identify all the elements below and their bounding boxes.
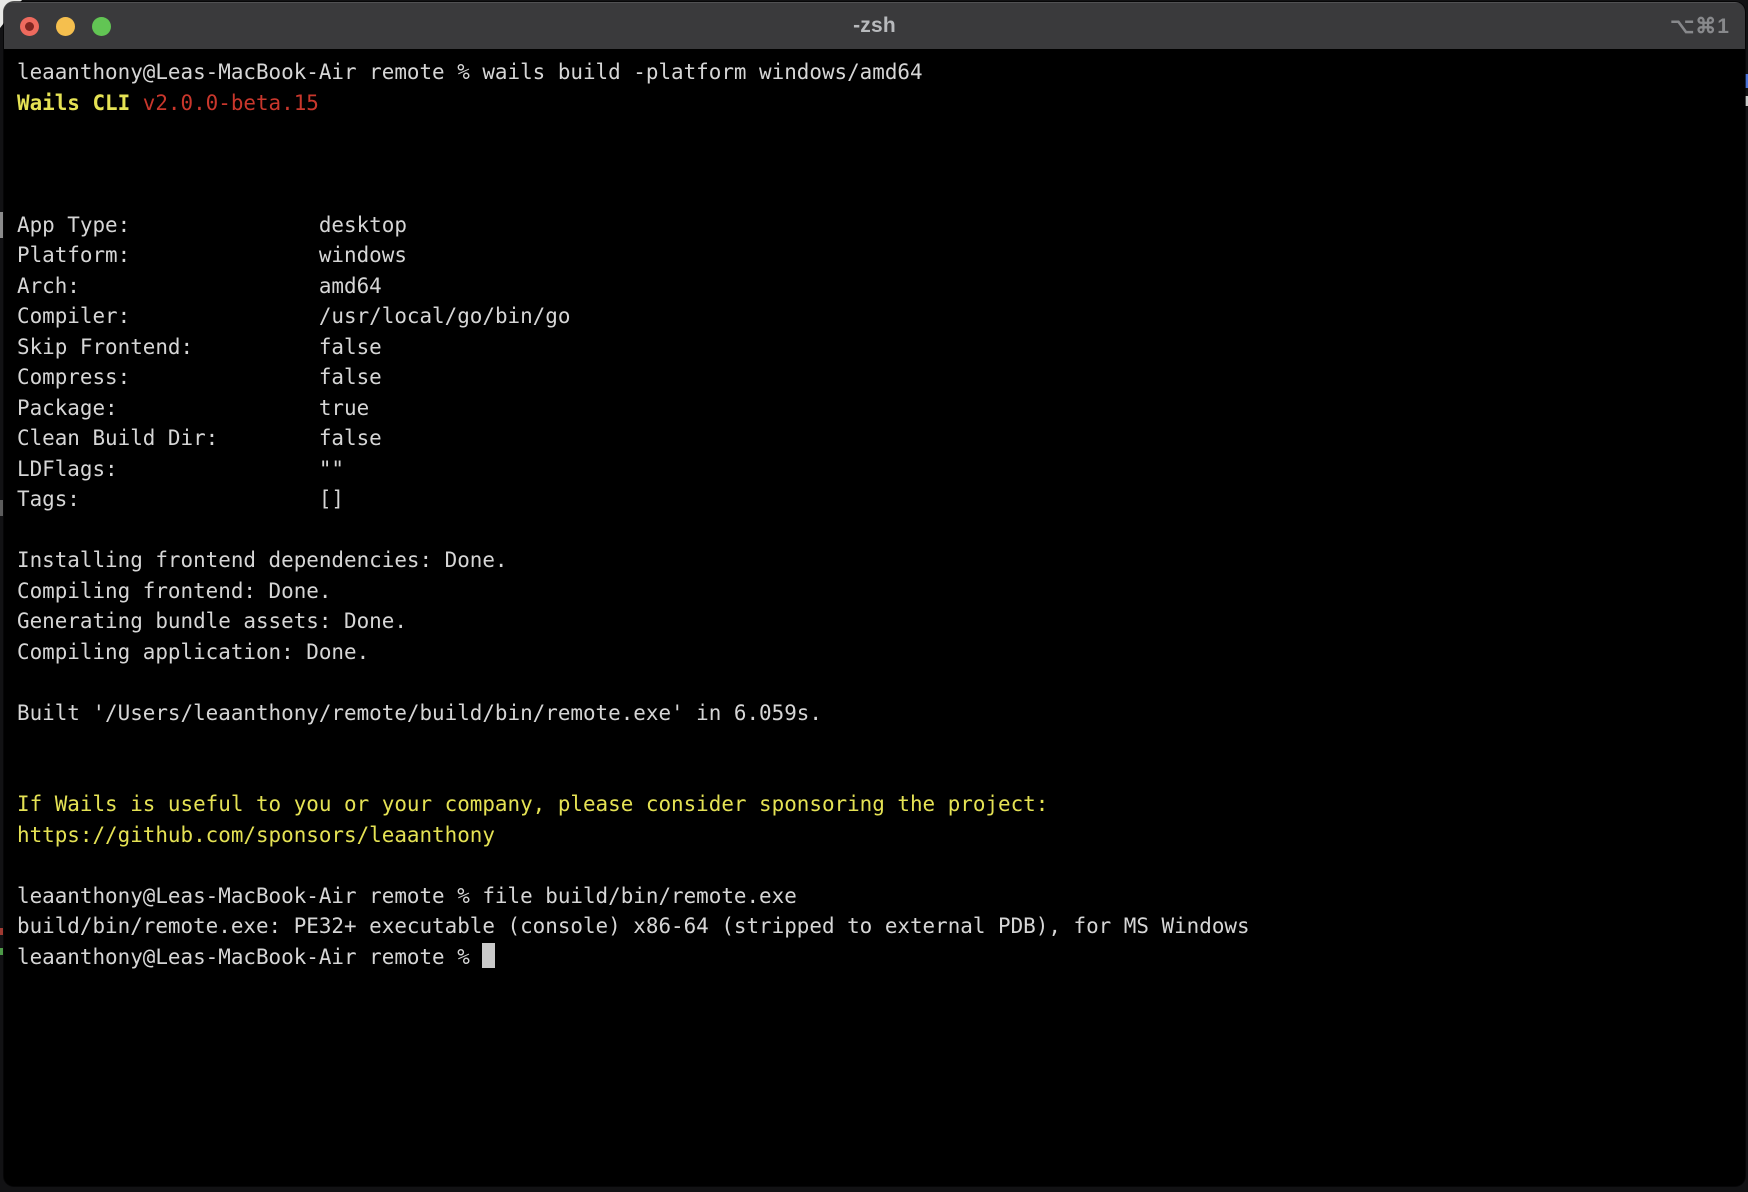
config-value: amd64: [319, 274, 382, 298]
terminal-line: Tags: []: [17, 484, 1737, 515]
terminal-line: Compiler: /usr/local/go/bin/go: [17, 301, 1737, 332]
terminal-line: App Type: desktop: [17, 210, 1737, 241]
config-label: Tags:: [17, 487, 319, 511]
titlebar[interactable]: -zsh ⌥⌘1: [4, 2, 1745, 49]
terminal-text: Compiling application: Done.: [17, 640, 369, 664]
terminal-line: https://github.com/sponsors/leaanthony: [17, 820, 1737, 851]
terminal-text: Compiling frontend: Done.: [17, 579, 331, 603]
terminal-line: [17, 118, 1737, 149]
traffic-lights: [20, 3, 111, 49]
terminal-line: Clean Build Dir: false: [17, 423, 1737, 454]
terminal-line: [17, 850, 1737, 881]
config-value: desktop: [319, 213, 407, 237]
config-value: windows: [319, 243, 407, 267]
config-label: Platform:: [17, 243, 319, 267]
terminal-line: If Wails is useful to you or your compan…: [17, 789, 1737, 820]
config-value: /usr/local/go/bin/go: [319, 304, 571, 328]
terminal-line: [17, 759, 1737, 790]
terminal-text: leaanthony@Leas-MacBook-Air remote % fil…: [17, 884, 797, 908]
terminal-text: Generating bundle assets: Done.: [17, 609, 407, 633]
desktop-edge-artifact: [0, 948, 3, 955]
minimize-button[interactable]: [56, 17, 75, 36]
config-value: "": [319, 457, 344, 481]
terminal-text: leaanthony@Leas-MacBook-Air remote % wai…: [17, 60, 923, 84]
config-label: LDFlags:: [17, 457, 319, 481]
terminal-line: Arch: amd64: [17, 271, 1737, 302]
terminal-text: Built '/Users/leaanthony/remote/build/bi…: [17, 701, 822, 725]
terminal-line: Compress: false: [17, 362, 1737, 393]
terminal-line: Compiling frontend: Done.: [17, 576, 1737, 607]
terminal-line: [17, 179, 1737, 210]
terminal-text: v2.0.0-beta.15: [143, 91, 319, 115]
terminal-screen[interactable]: leaanthony@Leas-MacBook-Air remote % wai…: [4, 50, 1745, 1186]
sponsor-link[interactable]: https://github.com/sponsors/leaanthony: [17, 823, 495, 847]
terminal-line: build/bin/remote.exe: PE32+ executable (…: [17, 911, 1737, 942]
terminal-line: leaanthony@Leas-MacBook-Air remote % wai…: [17, 57, 1737, 88]
config-value: false: [319, 365, 382, 389]
config-label: Compress:: [17, 365, 319, 389]
config-label: Compiler:: [17, 304, 319, 328]
desktop-edge-artifact: [0, 500, 3, 516]
config-value: true: [319, 396, 369, 420]
desktop-edge-artifact: [0, 928, 3, 935]
terminal-line: Generating bundle assets: Done.: [17, 606, 1737, 637]
desktop-edge-artifact: [0, 212, 3, 238]
shell-prompt: leaanthony@Leas-MacBook-Air remote %: [17, 945, 482, 969]
terminal-line: LDFlags: "": [17, 454, 1737, 485]
terminal-window: -zsh ⌥⌘1 leaanthony@Leas-MacBook-Air rem…: [4, 2, 1745, 1186]
close-modified-dot-icon: [25, 22, 34, 31]
terminal-line: Compiling application: Done.: [17, 637, 1737, 668]
config-value: false: [319, 426, 382, 450]
block-cursor: [482, 943, 495, 968]
window-shortcut-badge: ⌥⌘1: [1670, 3, 1730, 49]
terminal-line: leaanthony@Leas-MacBook-Air remote %: [17, 942, 1737, 973]
config-label: Clean Build Dir:: [17, 426, 319, 450]
config-value: false: [319, 335, 382, 359]
terminal-text: Installing frontend dependencies: Done.: [17, 548, 508, 572]
config-label: Arch:: [17, 274, 319, 298]
terminal-line: [17, 149, 1737, 180]
terminal-text: If Wails is useful to you or your compan…: [17, 792, 1048, 816]
terminal-line: [17, 728, 1737, 759]
config-value: []: [319, 487, 344, 511]
terminal-line: Wails CLI v2.0.0-beta.15: [17, 88, 1737, 119]
terminal-line: Package: true: [17, 393, 1737, 424]
terminal-text: Wails CLI: [17, 91, 143, 115]
terminal-line: [17, 515, 1737, 546]
close-button[interactable]: [20, 17, 39, 36]
config-label: App Type:: [17, 213, 319, 237]
terminal-line: Installing frontend dependencies: Done.: [17, 545, 1737, 576]
terminal-line: Platform: windows: [17, 240, 1737, 271]
terminal-text: build/bin/remote.exe: PE32+ executable (…: [17, 914, 1250, 938]
terminal-line: Skip Frontend: false: [17, 332, 1737, 363]
terminal-line: leaanthony@Leas-MacBook-Air remote % fil…: [17, 881, 1737, 912]
config-label: Package:: [17, 396, 319, 420]
terminal-line: [17, 667, 1737, 698]
zoom-button[interactable]: [92, 17, 111, 36]
window-title: -zsh: [853, 14, 896, 38]
config-label: Skip Frontend:: [17, 335, 319, 359]
terminal-line: Built '/Users/leaanthony/remote/build/bi…: [17, 698, 1737, 729]
